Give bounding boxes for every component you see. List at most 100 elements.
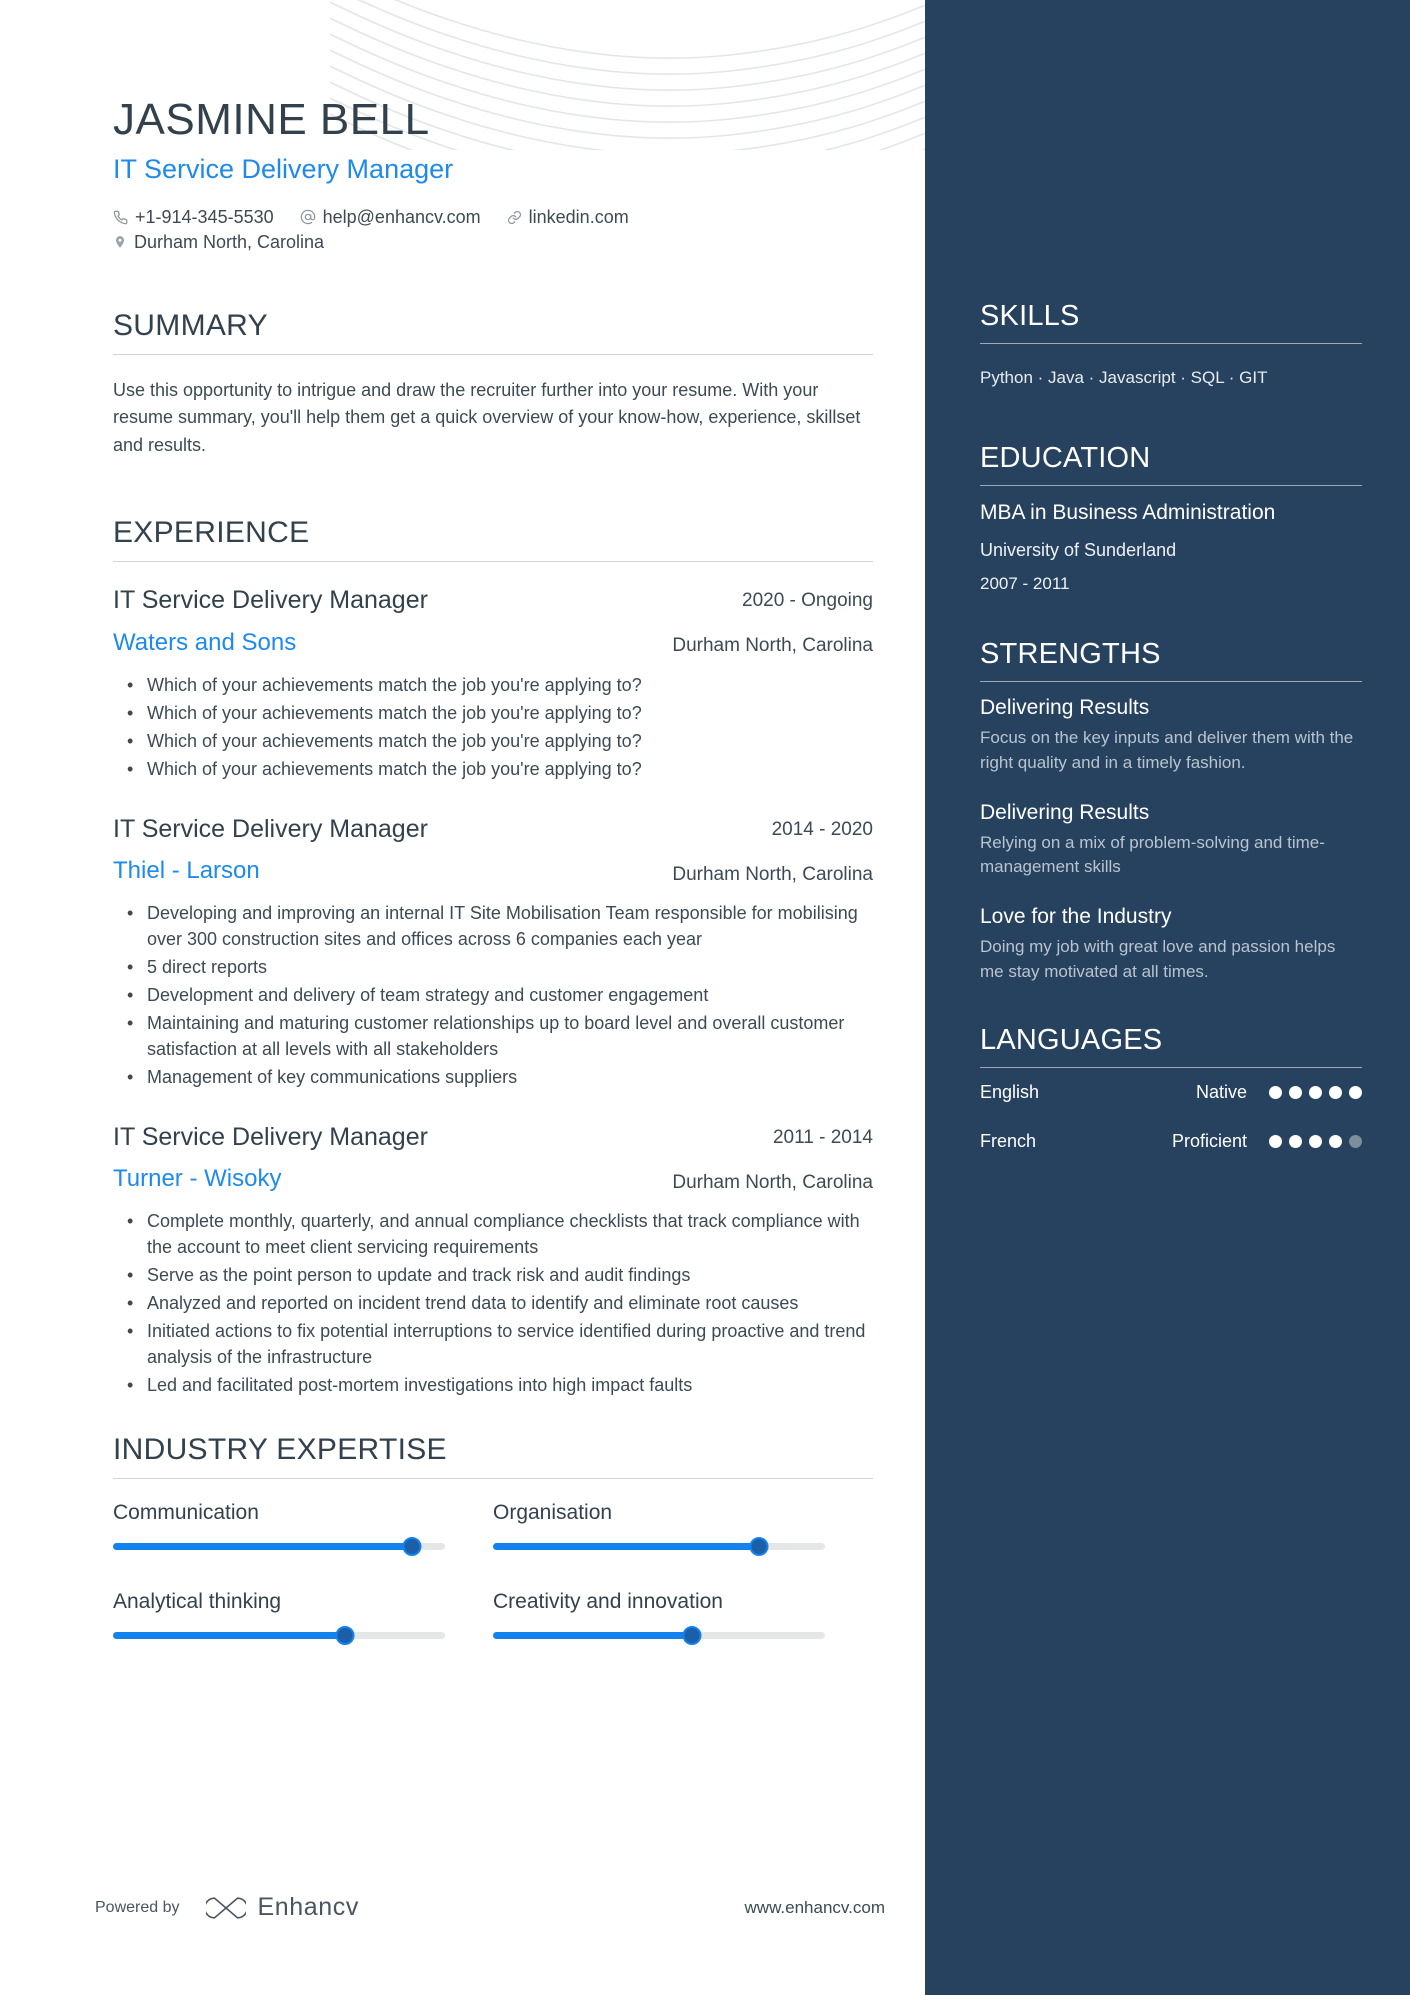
- experience-heading: EXPERIENCE: [113, 516, 873, 563]
- job-location: Durham North, Carolina: [672, 1171, 873, 1193]
- job-company[interactable]: Turner - Wisoky: [113, 1165, 663, 1193]
- resume-page: SKILLS Python · Java · Javascript · SQL …: [0, 0, 1410, 1995]
- expertise-slider-fill: [113, 1631, 346, 1639]
- strength-item: Love for the Industry Doing my job with …: [980, 905, 1362, 984]
- at-sign-icon: [300, 209, 315, 225]
- phone-text: +1-914-345-5530: [135, 206, 274, 227]
- expertise-item: Communication: [113, 1500, 493, 1556]
- expertise-label: Organisation: [493, 1500, 613, 1524]
- expertise-slider-fill: [493, 1542, 759, 1550]
- job-date: 2020 - Ongoing: [742, 590, 873, 612]
- language-rating-dots: [1269, 1086, 1362, 1100]
- sidebar-section-education: EDUCATION MBA in Business Administration…: [980, 442, 1362, 594]
- email-text: help@enhancv.com: [322, 206, 481, 227]
- expertise-slider-track[interactable]: [113, 1536, 445, 1556]
- job-bullet: Which of your achievements match the job…: [113, 673, 873, 699]
- job-bullet-list: Which of your achievements match the job…: [113, 673, 873, 783]
- expertise-slider-knob[interactable]: [749, 1536, 769, 1556]
- rating-dot: [1309, 1135, 1322, 1149]
- location-text: Durham North, Carolina: [134, 231, 325, 252]
- expertise-item: Analytical thinking: [113, 1589, 493, 1645]
- link-text: linkedin.com: [528, 206, 629, 227]
- language-level: Native: [1195, 1082, 1247, 1103]
- job-bullet: Led and facilitated post-mortem investig…: [113, 1373, 873, 1399]
- expertise-slider-knob[interactable]: [682, 1625, 702, 1645]
- map-pin-icon: [115, 236, 125, 248]
- language-name: English: [980, 1082, 1040, 1103]
- strength-description: Relying on a mix of problem-solving and …: [980, 832, 1325, 877]
- strength-title: Delivering Results: [980, 800, 1150, 824]
- rating-dot: [1329, 1135, 1342, 1149]
- job-bullet: 5 direct reports: [113, 955, 873, 981]
- rating-dot: [1289, 1086, 1302, 1100]
- rating-dot: [1329, 1086, 1342, 1100]
- job-bullet: Which of your achievements match the job…: [113, 729, 873, 755]
- skills-heading: SKILLS: [980, 300, 1362, 344]
- experience-entry-main: IT Service Delivery Manager Waters and S…: [113, 584, 663, 659]
- expertise-slider-knob[interactable]: [402, 1536, 422, 1556]
- language-level: Proficient: [1171, 1131, 1247, 1152]
- job-bullet: Serve as the point person to update and …: [113, 1263, 873, 1289]
- job-bullet: Which of your achievements match the job…: [113, 757, 873, 783]
- rating-dot: [1349, 1086, 1362, 1100]
- experience-entry-main: IT Service Delivery Manager Thiel - Lars…: [113, 813, 663, 888]
- strength-description: Focus on the key inputs and deliver them…: [980, 728, 1354, 772]
- sidebar-section-languages: LANGUAGES English Native French Proficie…: [980, 1024, 1362, 1152]
- experience-entry: IT Service Delivery Manager Thiel - Lars…: [113, 813, 925, 1091]
- candidate-role: IT Service Delivery Manager: [113, 153, 454, 184]
- strength-title: Delivering Results: [980, 696, 1150, 720]
- expertise-grid: Communication Organisation Analytical th…: [113, 1501, 873, 1679]
- experience-entry-meta: 2020 - Ongoing Durham North, Carolina: [663, 584, 873, 659]
- summary-heading: SUMMARY: [113, 309, 873, 355]
- strength-item: Delivering Results Focus on the key inpu…: [980, 696, 1362, 775]
- job-company[interactable]: Thiel - Larson: [113, 857, 663, 885]
- job-title: IT Service Delivery Manager: [113, 586, 428, 615]
- languages-heading: LANGUAGES: [980, 1024, 1362, 1069]
- rating-dot: [1269, 1135, 1282, 1149]
- expertise-slider-track[interactable]: [113, 1625, 445, 1645]
- phone-icon: [113, 210, 128, 224]
- expertise-label: Creativity and innovation: [493, 1589, 723, 1613]
- enhancv-logo-icon: [205, 1896, 246, 1919]
- job-company[interactable]: Waters and Sons: [113, 629, 663, 657]
- experience-entry-header: IT Service Delivery Manager Turner - Wis…: [113, 1121, 873, 1196]
- contact-row-primary: +1-914-345-5530 help@enhancv.com linkedi…: [113, 207, 925, 228]
- industry-expertise-heading: INDUSTRY EXPERTISE: [113, 1433, 873, 1479]
- job-date: 2014 - 2020: [771, 818, 873, 840]
- main-column: JASMINE BELL IT Service Delivery Manager…: [0, 0, 925, 1679]
- education-heading: EDUCATION: [980, 442, 1362, 486]
- expertise-label: Analytical thinking: [113, 1589, 282, 1613]
- strength-description: Doing my job with great love and passion…: [980, 937, 1336, 981]
- expertise-slider-fill: [113, 1542, 412, 1550]
- strength-title: Love for the Industry: [980, 905, 1172, 929]
- contact-link[interactable]: linkedin.com: [507, 207, 629, 228]
- job-bullet-list: Developing and improving an internal IT …: [113, 901, 873, 1090]
- footer: Powered by Enhancv www.enhancv.com: [95, 1893, 885, 1922]
- job-location: Durham North, Carolina: [672, 863, 873, 885]
- contact-phone[interactable]: +1-914-345-5530: [113, 207, 274, 228]
- education-date: 2007 - 2011: [980, 574, 1070, 594]
- expertise-slider-knob[interactable]: [335, 1625, 355, 1645]
- job-bullet: Initiated actions to fix potential inter…: [113, 1319, 873, 1371]
- contact-location: Durham North, Carolina: [113, 232, 324, 253]
- website-url[interactable]: www.enhancv.com: [745, 1898, 885, 1918]
- language-rating-dots: [1269, 1135, 1362, 1149]
- job-date: 2011 - 2014: [772, 1126, 873, 1148]
- job-bullet: Complete monthly, quarterly, and annual …: [113, 1209, 873, 1261]
- expertise-slider-fill: [493, 1631, 693, 1639]
- education-degree: MBA in Business Administration: [980, 501, 1276, 524]
- experience-entry-meta: 2011 - 2014 Durham North, Carolina: [663, 1121, 873, 1196]
- expertise-label: Communication: [113, 1500, 259, 1524]
- expertise-slider-track[interactable]: [493, 1625, 825, 1645]
- contact-row-secondary: Durham North, Carolina: [113, 232, 925, 253]
- summary-text: Use this opportunity to intrigue and dra…: [113, 379, 861, 456]
- job-bullet: Maintaining and maturing customer relati…: [113, 1011, 873, 1063]
- expertise-slider-track[interactable]: [493, 1536, 825, 1556]
- expertise-item: Organisation: [493, 1500, 873, 1556]
- experience-entry-meta: 2014 - 2020 Durham North, Carolina: [663, 813, 873, 888]
- section-industry-expertise: INDUSTRY EXPERTISE Communication Organis…: [113, 1433, 925, 1679]
- contact-email[interactable]: help@enhancv.com: [300, 207, 481, 228]
- sidebar-section-strengths: STRENGTHS Delivering Results Focus on th…: [980, 638, 1362, 984]
- link-icon: [507, 210, 521, 224]
- job-bullet: Analyzed and reported on incident trend …: [113, 1291, 873, 1317]
